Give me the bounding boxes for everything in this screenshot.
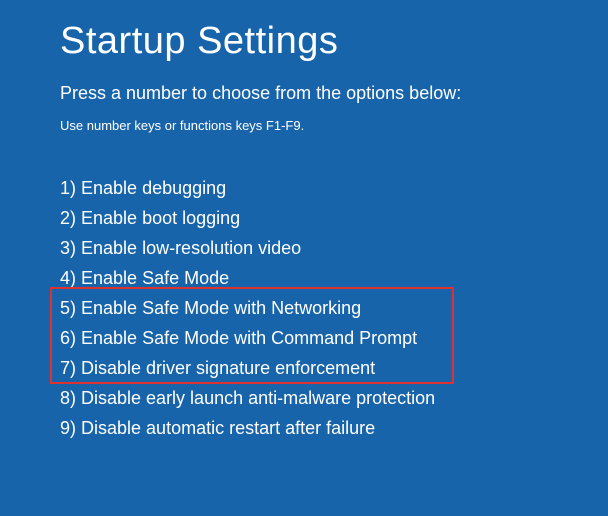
option-num: 3 bbox=[60, 238, 70, 258]
option-item[interactable]: 5) Enable Safe Mode with Networking bbox=[60, 293, 592, 323]
option-label: Enable Safe Mode with Command Prompt bbox=[81, 328, 417, 348]
option-item[interactable]: 1) Enable debugging bbox=[60, 173, 592, 203]
option-num: 1 bbox=[60, 178, 70, 198]
option-item[interactable]: 3) Enable low-resolution video bbox=[60, 233, 592, 263]
option-label: Disable early launch anti-malware protec… bbox=[81, 388, 435, 408]
option-num: 4 bbox=[60, 268, 70, 288]
page-title: Startup Settings bbox=[60, 20, 592, 63]
option-num: 7 bbox=[60, 358, 70, 378]
option-label: Enable boot logging bbox=[81, 208, 240, 228]
option-num: 9 bbox=[60, 418, 70, 438]
instruction-text: Press a number to choose from the option… bbox=[60, 83, 592, 104]
startup-settings-screen: Startup Settings Press a number to choos… bbox=[0, 0, 608, 443]
option-num: 2 bbox=[60, 208, 70, 228]
option-item[interactable]: 9) Disable automatic restart after failu… bbox=[60, 413, 592, 443]
option-item[interactable]: 7) Disable driver signature enforcement bbox=[60, 353, 592, 383]
option-num: 6 bbox=[60, 328, 70, 348]
option-label: Disable automatic restart after failure bbox=[81, 418, 375, 438]
option-label: Enable Safe Mode with Networking bbox=[81, 298, 361, 318]
option-item[interactable]: 8) Disable early launch anti-malware pro… bbox=[60, 383, 592, 413]
options-list: 1) Enable debugging 2) Enable boot loggi… bbox=[60, 173, 592, 443]
option-label: Disable driver signature enforcement bbox=[81, 358, 375, 378]
option-item[interactable]: 6) Enable Safe Mode with Command Prompt bbox=[60, 323, 592, 353]
option-num: 5 bbox=[60, 298, 70, 318]
option-item[interactable]: 2) Enable boot logging bbox=[60, 203, 592, 233]
option-label: Enable debugging bbox=[81, 178, 226, 198]
hint-text: Use number keys or functions keys F1-F9. bbox=[60, 118, 592, 133]
option-label: Enable low-resolution video bbox=[81, 238, 301, 258]
option-item[interactable]: 4) Enable Safe Mode bbox=[60, 263, 592, 293]
option-label: Enable Safe Mode bbox=[81, 268, 229, 288]
option-num: 8 bbox=[60, 388, 70, 408]
